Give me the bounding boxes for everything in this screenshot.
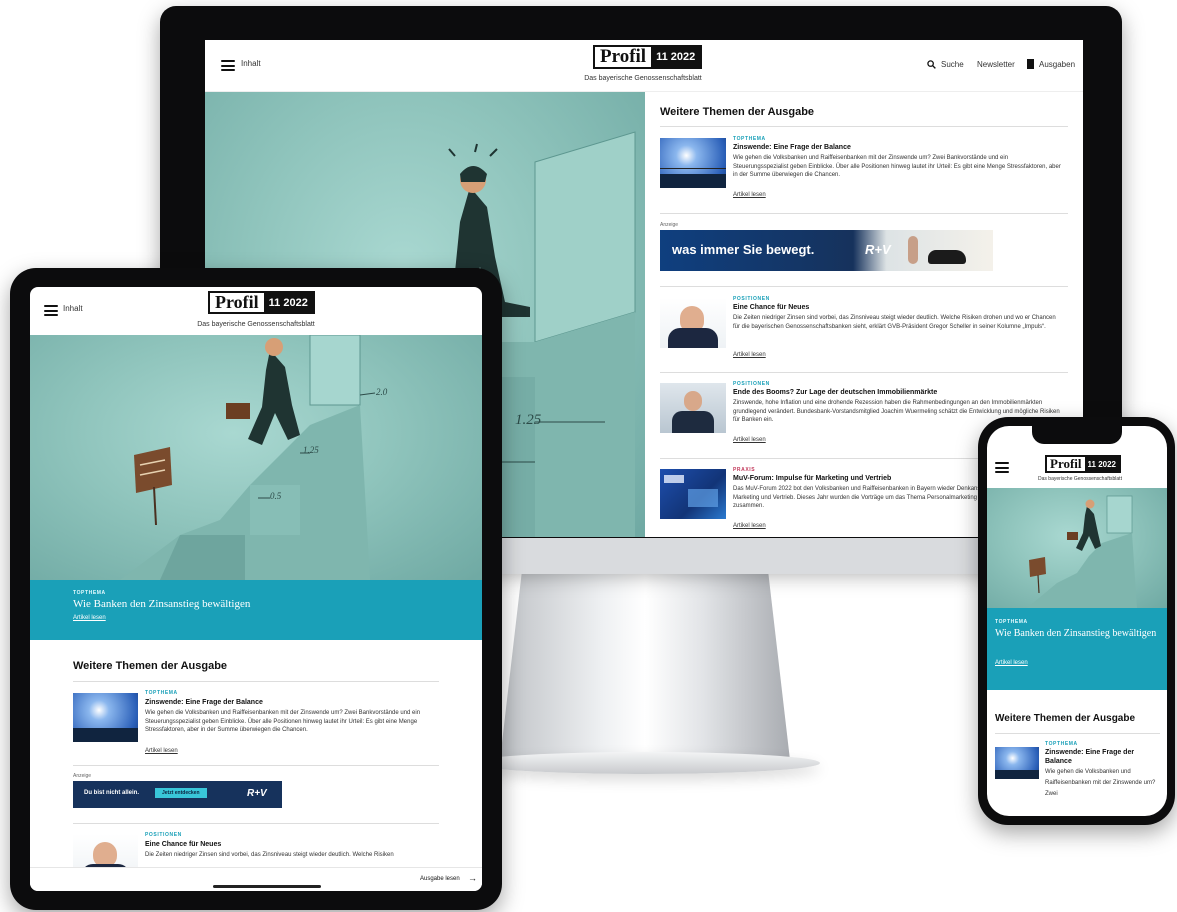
hero-kicker: Topthema [73, 590, 106, 596]
article-link[interactable]: Artikel lesen [733, 192, 766, 198]
scale-label: 0.5 [270, 491, 282, 501]
hero-kicker: Topthema [995, 619, 1028, 625]
logo[interactable]: Profil 11 2022 [593, 45, 703, 69]
read-issue-link[interactable]: Ausgabe lesen [420, 876, 460, 882]
tablet-screen: Inhalt Profil 11 2022 Das bayerische Gen… [30, 287, 482, 891]
hero-link[interactable]: Artikel lesen [73, 615, 106, 621]
article-link[interactable]: Artikel lesen [145, 748, 178, 754]
monitor-stand-base [470, 752, 820, 774]
tablet-header: Inhalt Profil 11 2022 Das bayerische Gen… [30, 287, 482, 335]
menu-button[interactable] [221, 60, 235, 71]
article-thumbnail[interactable] [660, 469, 726, 519]
menu-button[interactable] [44, 305, 58, 316]
article-desc: Die Zeiten niedriger Zinsen sind vorbei,… [733, 315, 1056, 330]
article-title[interactable]: Zinswende: Eine Frage der Balance [733, 144, 851, 151]
search-link[interactable]: Suche [941, 60, 964, 69]
hero-scale-label: 1.25 [515, 412, 542, 428]
search-icon[interactable] [927, 60, 936, 69]
article-kicker: Topthema [145, 690, 178, 696]
ad-banner[interactable]: Du bist nicht allein. Jetzt entdecken R+… [73, 781, 282, 808]
hero-title[interactable]: Wie Banken den Zinsanstieg bewältigen [73, 598, 250, 610]
hamburger-icon [44, 305, 58, 307]
hero-band[interactable]: Topthema Wie Banken den Zinsanstieg bewä… [987, 608, 1167, 690]
ad-label: Anzeige [660, 222, 679, 228]
article-desc: Wie gehen die Volksbanken und Raiffeisen… [733, 155, 1061, 178]
ad-brand-logo: R+V [247, 788, 267, 799]
article-thumbnail[interactable] [660, 138, 726, 188]
article-link[interactable]: Artikel lesen [733, 437, 766, 443]
logo-word: Profil [215, 292, 259, 312]
article-link[interactable]: Artikel lesen [733, 523, 766, 529]
ad-text: was immer Sie bewegt. [672, 242, 815, 257]
ad-brand-logo: R+V [865, 242, 891, 257]
section-title: Weitere Themen der Ausgabe [660, 106, 815, 118]
article-kicker: Topthema [733, 136, 766, 142]
ad-cta-button[interactable]: Jetzt entdecken [155, 788, 207, 798]
list-item[interactable]: Topthema Zinswende: Eine Frage der Balan… [660, 136, 1068, 206]
tagline: Das bayerische Genossenschaftsblatt [1038, 476, 1122, 482]
article-title[interactable]: Zinswende: Eine Frage der Balance [1045, 748, 1155, 766]
ad-text: Du bist nicht allein. [84, 790, 140, 796]
scale-label: 2.0 [376, 387, 388, 397]
list-item[interactable]: Positionen Eine Chance für Neues Die Zei… [660, 296, 1068, 366]
issues-icon[interactable] [1027, 59, 1034, 69]
article-kicker: Positionen [733, 296, 770, 302]
logo-issue: 11 2022 [651, 47, 701, 67]
menu-label[interactable]: Inhalt [241, 59, 261, 68]
desktop-header: Inhalt Profil 11 2022 Das bayerische Gen… [205, 40, 1083, 92]
section-title: Weitere Themen der Ausgabe [73, 660, 228, 672]
article-title[interactable]: Eine Chance für Neues [733, 304, 809, 311]
hero-title[interactable]: Wie Banken den Zinsanstieg bewältigen [995, 627, 1160, 640]
hero-band[interactable]: Topthema Wie Banken den Zinsanstieg bewä… [30, 580, 482, 640]
logo-word: Profil [600, 46, 647, 67]
article-desc: Wie gehen die Volksbanken und Raiffeisen… [145, 710, 421, 734]
section-title: Weitere Themen der Ausgabe [995, 713, 1136, 724]
scale-label: 1.25 [303, 445, 319, 455]
logo-issue: 11 2022 [1084, 457, 1120, 471]
hero-illustration: 2.0 1.25 0.5 [30, 335, 482, 580]
article-kicker: Positionen [145, 832, 182, 838]
monitor-stand [500, 560, 790, 760]
phone-notch [1032, 426, 1122, 444]
staircase-illustration [120, 335, 376, 580]
article-title[interactable]: Ende des Booms? Zur Lage der deutschen I… [733, 389, 937, 396]
tagline: Das bayerische Genossenschaftsblatt [584, 75, 702, 82]
article-title[interactable]: MuV-Forum: Impulse für Marketing und Ver… [733, 475, 891, 482]
article-kicker: Praxis [733, 467, 756, 473]
article-thumbnail[interactable] [73, 693, 138, 742]
article-kicker: Positionen [733, 381, 770, 387]
article-title[interactable]: Eine Chance für Neues [145, 841, 221, 848]
ad-banner[interactable]: was immer Sie bewegt. R+V [660, 230, 993, 271]
hamburger-icon [995, 462, 1009, 464]
ad-label: Anzeige [73, 773, 92, 779]
hero-illustration [987, 488, 1167, 608]
hamburger-icon [221, 60, 235, 62]
newsletter-link[interactable]: Newsletter [977, 60, 1015, 69]
logo-word: Profil [1050, 456, 1082, 471]
article-desc: Die Zeiten niedriger Zinsen sind vorbei,… [145, 852, 394, 858]
article-link[interactable]: Artikel lesen [733, 352, 766, 358]
hero-link[interactable]: Artikel lesen [995, 660, 1028, 666]
list-item[interactable]: Topthema Zinswende: Eine Frage der Balan… [995, 741, 1165, 816]
article-kicker: Topthema [1045, 741, 1078, 747]
logo[interactable]: Profil 11 2022 [208, 291, 315, 314]
ad-car-image [928, 250, 966, 264]
article-thumbnail[interactable] [660, 298, 726, 348]
list-item[interactable]: Topthema Zinswende: Eine Frage der Balan… [73, 690, 443, 760]
logo-issue: 11 2022 [263, 293, 313, 312]
home-indicator [213, 885, 321, 888]
arrow-right-icon[interactable]: → [468, 873, 477, 883]
menu-label[interactable]: Inhalt [63, 304, 83, 313]
article-thumbnail[interactable] [995, 747, 1039, 779]
logo[interactable]: Profil 11 2022 [1045, 455, 1122, 473]
phone-screen: Profil 11 2022 Das bayerische Genossensc… [987, 426, 1167, 816]
article-title[interactable]: Zinswende: Eine Frage der Balance [145, 699, 263, 706]
article-thumbnail[interactable] [660, 383, 726, 433]
tagline: Das bayerische Genossenschaftsblatt [197, 321, 315, 328]
issues-link[interactable]: Ausgaben [1039, 60, 1075, 69]
article-desc: Wie gehen die Volksbanken und Raiffeisen… [1045, 769, 1156, 797]
staircase-illustration [1027, 495, 1137, 608]
menu-button[interactable] [995, 462, 1009, 473]
